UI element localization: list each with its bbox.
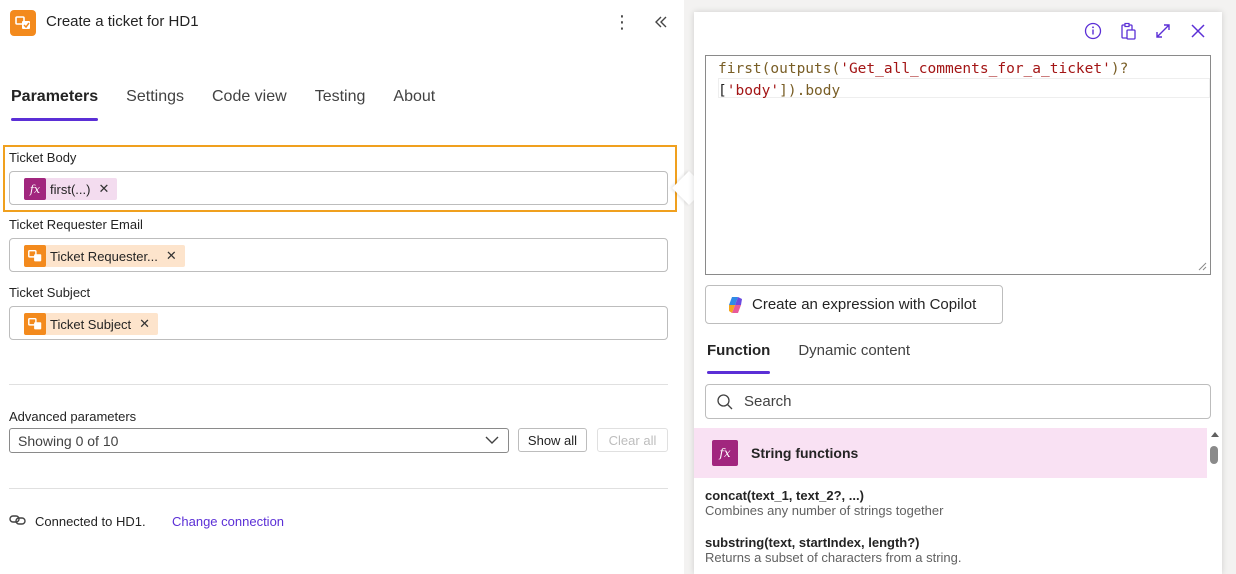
- ticket-requester-email-token[interactable]: Ticket Requester... ✕: [24, 245, 185, 267]
- resize-handle-icon[interactable]: [1197, 261, 1207, 271]
- function-item-name[interactable]: concat(text_1, text_2?, ...): [705, 488, 864, 503]
- copilot-button-label: Create an expression with Copilot: [752, 296, 977, 313]
- change-connection-link[interactable]: Change connection: [172, 514, 284, 529]
- chevron-down-icon: [484, 432, 500, 451]
- string-functions-category[interactable]: fx String functions: [694, 428, 1207, 478]
- panel-title: Create a ticket for HD1: [46, 13, 199, 30]
- fx-icon: fx: [24, 178, 46, 200]
- ticket-body-input[interactable]: fx first(...) ✕: [9, 171, 668, 205]
- panel-tabs: Parameters Settings Code view Testing Ab…: [11, 88, 463, 122]
- remove-token-icon[interactable]: ✕: [139, 316, 150, 332]
- advanced-parameters-dropdown[interactable]: Showing 0 of 10: [9, 428, 509, 453]
- ticket-body-label: Ticket Body: [9, 150, 77, 165]
- connector-icon: [24, 245, 46, 267]
- show-all-button[interactable]: Show all: [518, 428, 587, 452]
- remove-token-icon[interactable]: ✕: [166, 248, 177, 264]
- link-icon: [9, 513, 27, 532]
- token-label: Ticket Requester...: [50, 248, 158, 264]
- tab-about[interactable]: About: [393, 88, 435, 122]
- clear-all-button[interactable]: Clear all: [597, 428, 668, 452]
- section-divider: [9, 488, 668, 489]
- parameters-panel: Create a ticket for HD1 ⋮ Parameters Set…: [0, 0, 684, 574]
- token-label: Ticket Subject: [50, 316, 132, 332]
- connector-app-icon: [10, 10, 36, 36]
- more-options-icon[interactable]: ⋮: [612, 10, 632, 34]
- ticket-subject-input[interactable]: Ticket Subject ✕: [9, 306, 668, 340]
- ticket-requester-email-input[interactable]: Ticket Requester... ✕: [9, 238, 668, 272]
- collapse-panel-icon[interactable]: [650, 10, 672, 34]
- advanced-parameters-label: Advanced parameters: [9, 409, 137, 424]
- dropdown-value: Showing 0 of 10: [18, 433, 119, 449]
- tab-function[interactable]: Function: [707, 342, 771, 374]
- connector-icon: [24, 313, 46, 335]
- tab-dynamic-content[interactable]: Dynamic content: [798, 342, 910, 374]
- expand-icon[interactable]: [1152, 20, 1174, 42]
- tab-code-view[interactable]: Code view: [212, 88, 287, 122]
- remove-token-icon[interactable]: ✕: [98, 181, 109, 197]
- tab-testing[interactable]: Testing: [315, 88, 366, 122]
- ticket-body-token[interactable]: fx first(...) ✕: [24, 178, 118, 200]
- tab-settings[interactable]: Settings: [126, 88, 184, 122]
- expression-code: first(outputs('Get_all_comments_for_a_ti…: [718, 61, 1129, 99]
- function-item-desc: Combines any number of strings together: [705, 503, 944, 518]
- category-label: String functions: [751, 445, 859, 461]
- ticket-subject-token[interactable]: Ticket Subject ✕: [24, 313, 159, 335]
- search-input[interactable]: Search: [705, 384, 1211, 419]
- ticket-requester-email-label: Ticket Requester Email: [9, 217, 143, 232]
- expression-editor[interactable]: first(outputs('Get_all_comments_for_a_ti…: [705, 55, 1211, 275]
- function-item-name[interactable]: substring(text, startIndex, length?): [705, 535, 920, 550]
- scroll-thumb[interactable]: [1210, 446, 1218, 464]
- search-icon: [717, 393, 733, 409]
- ticket-subject-label: Ticket Subject: [9, 285, 91, 300]
- info-icon[interactable]: [1082, 20, 1104, 42]
- expression-tabs: Function Dynamic content: [707, 342, 938, 374]
- fx-icon: fx: [712, 440, 738, 466]
- search-placeholder: Search: [744, 393, 792, 410]
- token-label: first(...): [50, 181, 91, 197]
- section-divider: [9, 384, 668, 385]
- expression-editor-panel: first(outputs('Get_all_comments_for_a_ti…: [694, 12, 1222, 574]
- tab-parameters[interactable]: Parameters: [11, 88, 99, 122]
- copilot-expression-button[interactable]: Create an expression with Copilot: [705, 285, 1003, 324]
- close-icon[interactable]: [1187, 20, 1209, 42]
- copilot-icon: [729, 296, 742, 313]
- scrollbar[interactable]: [1207, 428, 1222, 574]
- paste-icon[interactable]: [1117, 20, 1139, 42]
- scroll-up-arrow[interactable]: [1211, 432, 1219, 437]
- connection-status: Connected to HD1.: [35, 514, 146, 529]
- function-item-desc: Returns a subset of characters from a st…: [705, 550, 962, 565]
